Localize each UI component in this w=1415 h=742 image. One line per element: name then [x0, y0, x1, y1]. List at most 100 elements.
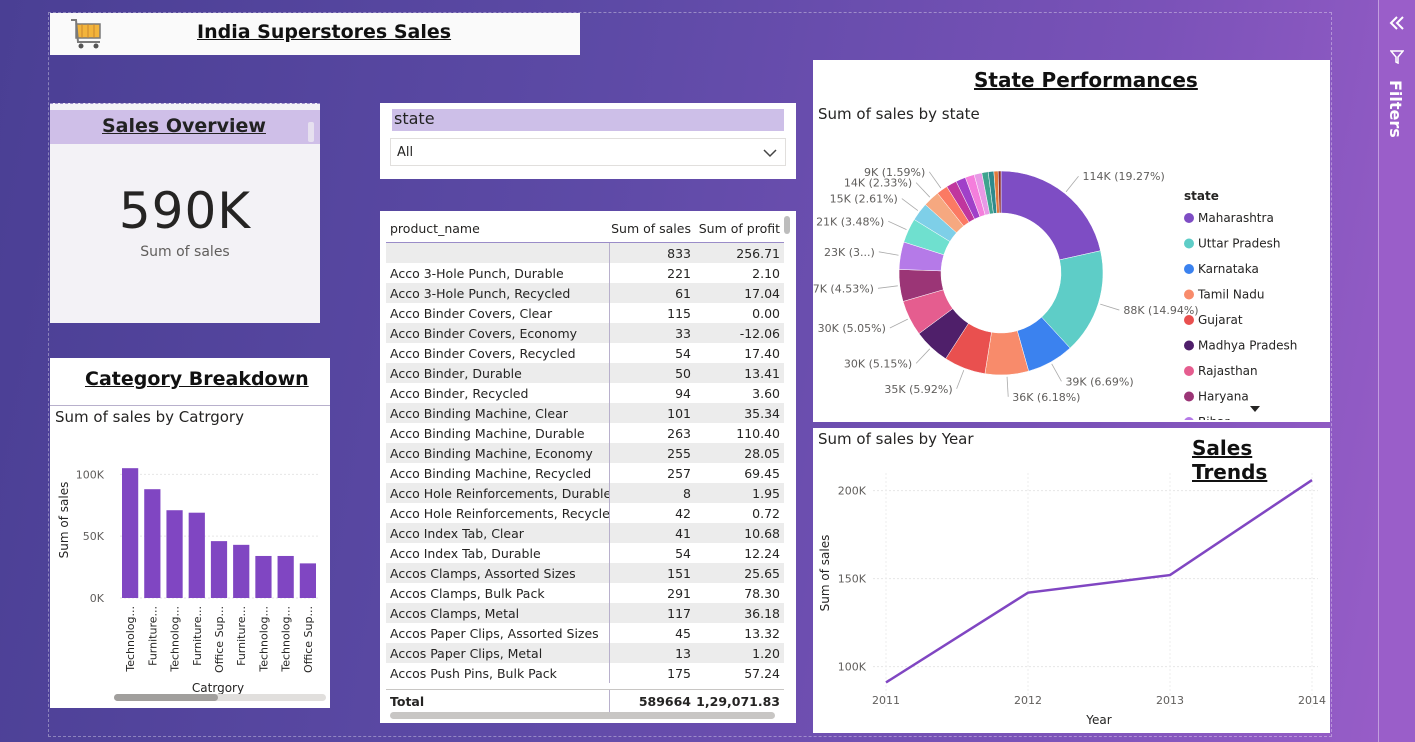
- y-tick-label: 0K: [90, 592, 105, 605]
- category-subtitle: Sum of sales by Catrgory: [55, 408, 244, 426]
- table-horizontal-scrollbar[interactable]: [390, 712, 775, 719]
- slice-data-label: 88K (14.94%): [1123, 304, 1198, 317]
- bar[interactable]: [166, 510, 183, 598]
- table-row[interactable]: Accos Paper Clips, Metal 13 1.20: [386, 643, 784, 663]
- legend-item[interactable]: Haryana: [1184, 390, 1249, 404]
- category-bar-chart[interactable]: 0K 50K 100K Technolog... Furniture... Technol…: [50, 436, 330, 706]
- chart-scrollbar-thumb[interactable]: [114, 694, 218, 701]
- slice-data-label: 114K (19.27%): [1083, 170, 1165, 183]
- x-tick-label: Furniture...: [146, 606, 159, 666]
- table-row[interactable]: Acco Binder, Recycled 94 3.60: [386, 383, 784, 403]
- table-row[interactable]: Accos Clamps, Bulk Pack 291 78.30: [386, 583, 784, 603]
- total-label: Total: [386, 690, 610, 713]
- x-axis-title: Catrgory: [192, 681, 244, 695]
- bar[interactable]: [188, 512, 205, 598]
- filters-pane[interactable]: Filters: [1378, 0, 1415, 742]
- bar[interactable]: [210, 541, 228, 598]
- sales-trend-line-chart[interactable]: 100K 150K 200K 2011 2012 2013 2014 Sum of sales…: [813, 453, 1330, 733]
- bar[interactable]: [144, 489, 161, 598]
- table-row[interactable]: Acco Binding Machine, Clear 101 35.34: [386, 403, 784, 423]
- table-row[interactable]: Accos Push Pins, Bulk Pack 175 57.24: [386, 663, 784, 683]
- table-row[interactable]: Acco Hole Reinforcements, Durable 8 1.95: [386, 483, 784, 503]
- x-tick-label: Office Sup...: [302, 606, 315, 673]
- leader-line: [928, 171, 942, 189]
- funnel-icon: [1390, 50, 1404, 64]
- y-tick-label: 150K: [838, 573, 867, 586]
- bar[interactable]: [277, 555, 294, 598]
- table-row[interactable]: Acco Binding Machine, Durable 263 110.40: [386, 423, 784, 443]
- table-row[interactable]: Accos Clamps, Assorted Sizes 151 25.65: [386, 563, 784, 583]
- collapse-icon[interactable]: [1389, 15, 1405, 31]
- table-row[interactable]: Accos Paper Clips, Assorted Sizes 45 13.32: [386, 623, 784, 643]
- legend-item[interactable]: Tamil Nadu: [1184, 288, 1264, 302]
- table-cell: 115: [667, 305, 691, 321]
- table-row[interactable]: Acco Binding Machine, Economy 255 28.05: [386, 443, 784, 463]
- state-donut-chart[interactable]: 114K (19.27%) 88K (14.94%) 39K (6.69%) 36K …: [813, 120, 1330, 420]
- leader-line: [915, 348, 931, 364]
- legend-scroll-down-icon[interactable]: [1250, 406, 1260, 412]
- table-cell: Acco Index Tab, Clear: [386, 523, 610, 543]
- sales-overview-card[interactable]: Sales Overview 590K Sum of sales: [50, 103, 320, 323]
- trend-subtitle: Sum of sales by Year: [818, 430, 974, 448]
- sales-line[interactable]: [885, 479, 1313, 684]
- table-row[interactable]: Acco Hole Reinforcements, Recycled 42 0.72: [386, 503, 784, 523]
- table-vertical-scrollbar[interactable]: [784, 216, 790, 234]
- legend-item[interactable]: Uttar Pradesh: [1184, 237, 1280, 251]
- table-cell: Accos Clamps, Metal: [386, 603, 610, 623]
- leader-line: [889, 318, 908, 329]
- legend-marker: [1184, 366, 1194, 376]
- donut-slice[interactable]: [1000, 170, 1101, 261]
- y-tick-label: 50K: [83, 530, 105, 543]
- legend-marker: [1184, 289, 1194, 300]
- table-row[interactable]: Acco Index Tab, Durable 54 12.24: [386, 543, 784, 563]
- category-title: Category Breakdown: [85, 368, 309, 390]
- legend-item[interactable]: Bihar: [1184, 415, 1230, 420]
- table-row[interactable]: Accos Clamps, Metal 117 36.18: [386, 603, 784, 623]
- column-header-sum-of-sales[interactable]: Sum of sales: [610, 221, 695, 236]
- leader-line: [1051, 363, 1062, 382]
- slice-data-label: 30K (5.05%): [818, 322, 886, 335]
- column-header-product-name[interactable]: product_name: [386, 215, 610, 242]
- shopping-cart-icon: [71, 19, 101, 49]
- table-cell: 69.45: [744, 465, 780, 481]
- legend-label: Bihar: [1198, 415, 1230, 420]
- legend-item[interactable]: Karnataka: [1184, 262, 1259, 276]
- table-row[interactable]: 833 256.71: [386, 243, 784, 263]
- table-row[interactable]: Acco Index Tab, Clear 41 10.68: [386, 523, 784, 543]
- table-row[interactable]: Acco 3-Hole Punch, Recycled 61 17.04: [386, 283, 784, 303]
- table-row[interactable]: Acco Binder Covers, Clear 115 0.00: [386, 303, 784, 323]
- y-axis-title: Sum of sales: [818, 535, 832, 612]
- bar[interactable]: [122, 468, 139, 598]
- x-tick-label: Furniture...: [191, 606, 204, 666]
- table-row[interactable]: Acco Binding Machine, Recycled 257 69.45: [386, 463, 784, 483]
- table-cell: 0.00: [752, 305, 780, 321]
- table-cell: Acco Binder Covers, Clear: [386, 303, 610, 323]
- state-dropdown[interactable]: All: [390, 138, 786, 166]
- bar[interactable]: [299, 563, 316, 598]
- slice-data-label: 21K (3.48%): [816, 215, 884, 228]
- legend-item[interactable]: Rajasthan: [1184, 364, 1258, 378]
- legend-marker: [1184, 238, 1194, 249]
- legend-label: Rajasthan: [1198, 364, 1258, 378]
- legend-item[interactable]: Maharashtra: [1184, 211, 1274, 225]
- table-cell: 8: [683, 485, 691, 501]
- table-row[interactable]: Acco 3-Hole Punch, Durable 221 2.10: [386, 263, 784, 283]
- leader-line: [1065, 175, 1079, 193]
- divider: [50, 405, 330, 406]
- leader-line: [901, 198, 919, 211]
- column-header-sum-of-profit[interactable]: Sum of profit: [695, 221, 784, 236]
- dropdown-value: All: [397, 145, 414, 160]
- title-card: India Superstores Sales: [50, 13, 580, 55]
- table: product_name Sum of sales Sum of profit …: [386, 215, 784, 687]
- table-row[interactable]: Acco Binder Covers, Economy 33 -12.06: [386, 323, 784, 343]
- bar[interactable]: [255, 555, 272, 598]
- legend-item[interactable]: Madhya Pradesh: [1184, 339, 1297, 353]
- table-cell: 151: [667, 565, 691, 581]
- table-cell: Accos Push Pins, Bulk Pack: [386, 663, 610, 683]
- bar[interactable]: [233, 544, 250, 598]
- table-cell: Accos Paper Clips, Assorted Sizes: [386, 623, 610, 643]
- kpi-scrollbar[interactable]: [308, 122, 314, 142]
- table-row[interactable]: Acco Binder, Durable 50 13.41: [386, 363, 784, 383]
- table-row[interactable]: Acco Binder Covers, Recycled 54 17.40: [386, 343, 784, 363]
- leader-line: [1006, 376, 1009, 397]
